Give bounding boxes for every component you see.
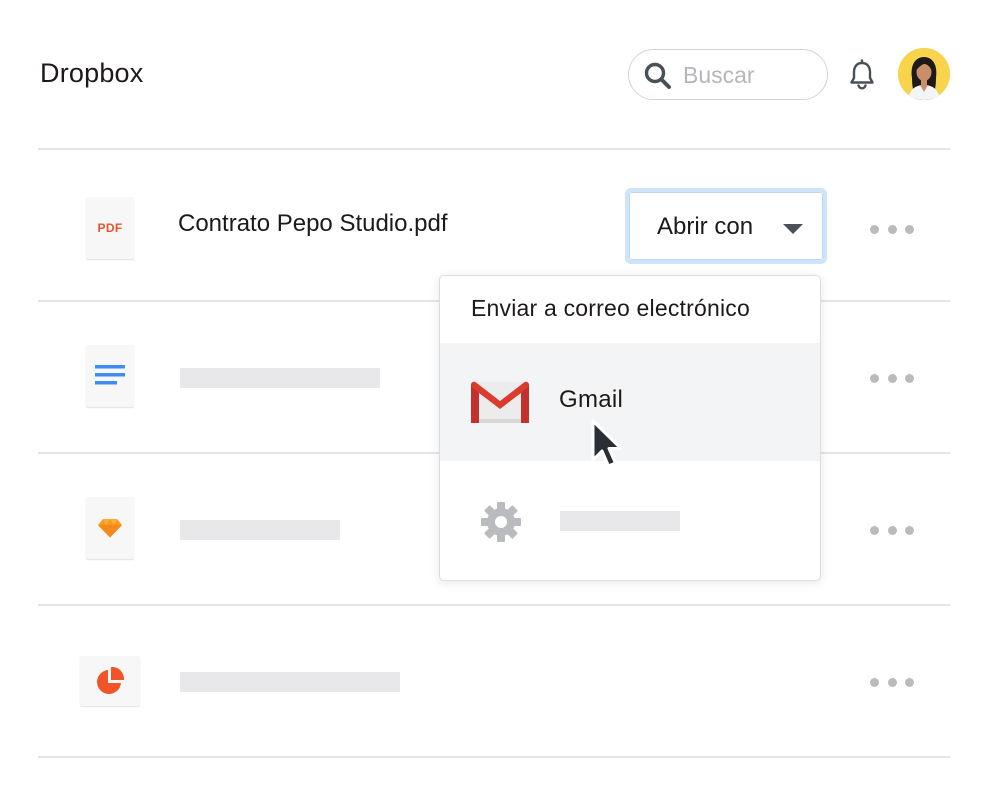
gmail-icon: [471, 381, 529, 423]
open-with-button[interactable]: Abrir con: [625, 188, 827, 264]
gear-icon: [481, 502, 521, 542]
document-file-icon: [86, 345, 134, 407]
avatar[interactable]: [898, 48, 950, 100]
file-name-placeholder: [180, 672, 400, 692]
search-input[interactable]: [683, 60, 818, 90]
menu-item-gmail[interactable]: Gmail: [440, 343, 820, 461]
divider: [38, 756, 950, 758]
file-name-placeholder: [180, 368, 380, 388]
pdf-label: PDF: [97, 221, 123, 235]
menu-header: Enviar a correo electrónico: [471, 295, 750, 321]
file-name-placeholder: [180, 520, 340, 540]
app-name-placeholder: [560, 511, 680, 531]
more-options-button[interactable]: [870, 372, 914, 384]
menu-item-other-app[interactable]: [440, 461, 820, 580]
user-avatar-icon: [898, 48, 950, 100]
file-name[interactable]: Contrato Pepo Studio.pdf: [178, 210, 448, 238]
more-options-button[interactable]: [870, 223, 914, 235]
search-icon: [644, 62, 671, 89]
divider: [38, 604, 950, 606]
more-options-button[interactable]: [870, 676, 914, 688]
caret-down-icon: [783, 224, 803, 234]
pdf-file-icon: PDF: [86, 197, 134, 259]
search-box[interactable]: [628, 49, 828, 100]
app-title: Dropbox: [40, 58, 144, 88]
sketch-file-icon: [86, 497, 134, 559]
open-with-label: Abrir con: [657, 213, 754, 240]
gmail-label: Gmail: [559, 386, 624, 413]
bell-icon[interactable]: [845, 58, 879, 92]
divider: [38, 148, 950, 150]
more-options-button[interactable]: [870, 524, 914, 536]
open-with-menu: Enviar a correo electrónico Gmail: [439, 275, 821, 581]
chart-file-icon: [80, 656, 140, 706]
